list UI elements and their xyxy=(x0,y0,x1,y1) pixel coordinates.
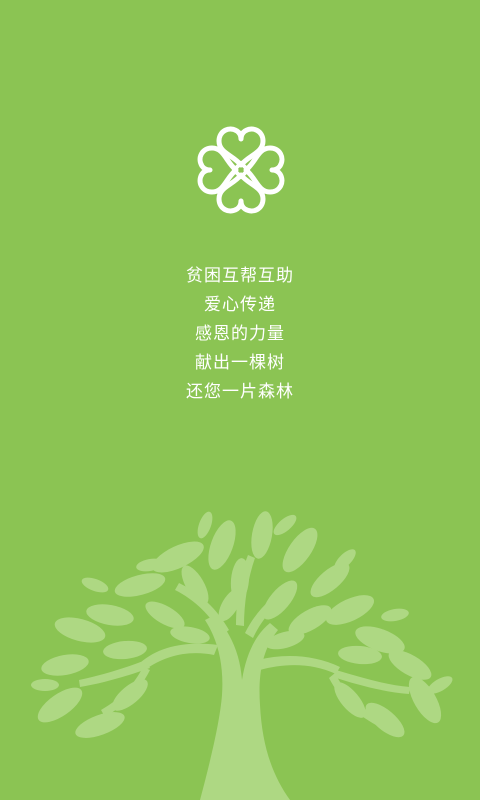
slogan-line: 感恩的力量 xyxy=(195,324,285,344)
tree-illustration-icon xyxy=(0,505,480,800)
splash-screen: 贫困互帮互助 爱心传递 感恩的力量 献出一棵树 还您一片森林 xyxy=(0,0,480,800)
slogan-line: 还您一片森林 xyxy=(186,382,294,402)
slogan-line: 贫困互帮互助 xyxy=(186,266,294,286)
clover-heart-logo-icon xyxy=(193,123,289,217)
slogan-block: 贫困互帮互助 爱心传递 感恩的力量 献出一棵树 还您一片森林 xyxy=(0,262,480,407)
slogan-line: 献出一棵树 xyxy=(195,353,285,373)
slogan-line: 爱心传递 xyxy=(204,295,276,315)
